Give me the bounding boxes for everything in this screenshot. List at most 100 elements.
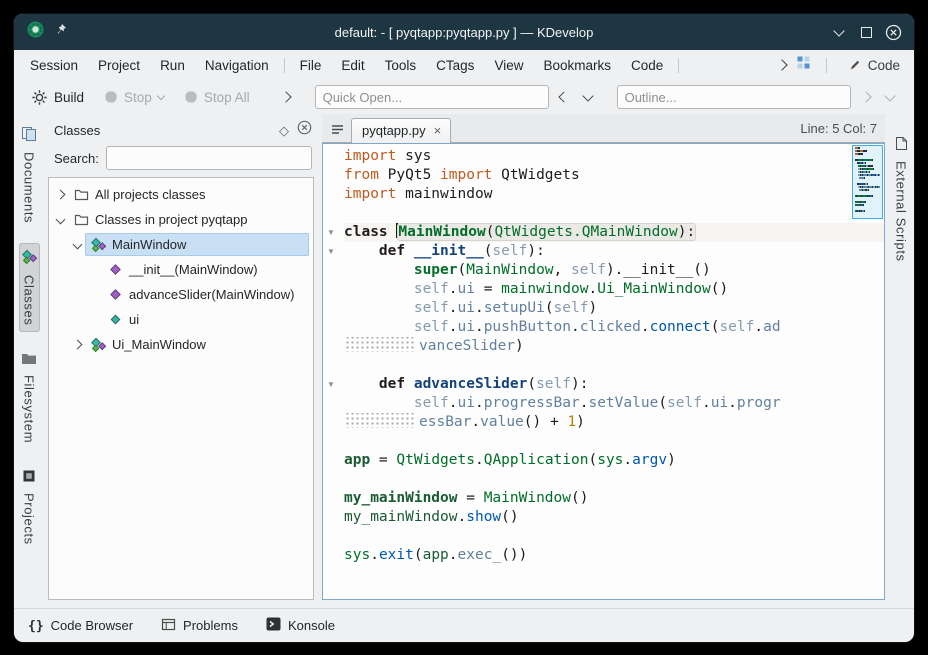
statusbar-button-konsole[interactable]: Konsole xyxy=(266,617,335,634)
minimize-button[interactable] xyxy=(830,23,848,41)
statusbar-button-problems[interactable]: Problems xyxy=(161,618,238,634)
stop-all-button[interactable]: Stop All xyxy=(177,86,257,109)
code-area[interactable]: import sysfrom PyQt5 import QtWidgetsimp… xyxy=(339,144,884,599)
code-token: ui xyxy=(458,319,475,335)
code-line[interactable]: from PyQt5 import QtWidgets xyxy=(344,166,884,185)
tree-item-advanceslider-mainwindow[interactable]: advanceSlider(MainWindow) xyxy=(49,282,313,307)
minimap[interactable] xyxy=(855,147,881,213)
code-token: clicked xyxy=(580,319,641,335)
gutter-row xyxy=(323,413,339,432)
menu-file[interactable]: File xyxy=(290,54,332,77)
titlebar[interactable]: default: - [ pyqtapp:pyqtapp.py ] — KDev… xyxy=(14,14,914,50)
code-line[interactable]: self.ui.setupUi(self) xyxy=(344,299,884,318)
menu-edit[interactable]: Edit xyxy=(331,54,374,77)
tree-item-ui[interactable]: ui xyxy=(49,307,313,332)
code-line[interactable]: self.ui.pushButton.clicked.connect(self.… xyxy=(344,318,884,337)
tree-item-all-projects-classes[interactable]: All projects classes xyxy=(49,182,313,207)
code-line[interactable]: import sys xyxy=(344,147,884,166)
tree-expander[interactable] xyxy=(70,341,85,348)
code-line[interactable]: def __init__(self): xyxy=(344,242,884,261)
code-line[interactable]: self.ui.progressBar.setValue(self.ui.pro… xyxy=(344,394,884,413)
code-line[interactable]: import mainwindow xyxy=(344,185,884,204)
dock-tab-projects[interactable]: Projects xyxy=(20,463,39,551)
editor[interactable]: ▼▼▼ import sysfrom PyQt5 import QtWidget… xyxy=(322,143,885,600)
kdevelop-logo-icon xyxy=(26,20,45,44)
document-list-icon[interactable] xyxy=(326,119,348,140)
forward-button[interactable] xyxy=(857,87,875,107)
quick-open-input[interactable] xyxy=(315,85,549,109)
code-mode-button[interactable]: Code xyxy=(842,55,906,76)
tree-expander[interactable] xyxy=(70,241,85,248)
code-line[interactable] xyxy=(344,356,884,375)
fold-marker-icon[interactable]: ▼ xyxy=(323,223,339,242)
filesystem-icon xyxy=(21,352,37,370)
tab-close-icon[interactable]: × xyxy=(434,124,442,137)
dock-tab-filesystem[interactable]: Filesystem xyxy=(19,346,39,449)
tree-expander[interactable] xyxy=(53,216,68,223)
code-line[interactable]: self.ui = mainwindow.Ui_MainWindow() xyxy=(344,280,884,299)
code-line[interactable]: sys.exit(app.exec_()) xyxy=(344,546,884,565)
minimap-viewport[interactable] xyxy=(852,145,883,219)
statusbar-button-code-browser[interactable]: {}Code Browser xyxy=(28,618,133,634)
close-panel-icon[interactable] xyxy=(297,120,312,140)
code-line[interactable]: my_mainWindow = MainWindow() xyxy=(344,489,884,508)
chevron-down-icon[interactable] xyxy=(73,240,83,250)
detach-panel-icon[interactable]: ◇ xyxy=(279,124,289,137)
menu-navigation[interactable]: Navigation xyxy=(195,54,279,77)
dock-tab-documents[interactable]: Documents xyxy=(19,120,39,229)
code-line[interactable] xyxy=(344,204,884,223)
maximize-button[interactable] xyxy=(857,23,875,41)
tree-item-init-mainwindow[interactable]: __init__(MainWindow) xyxy=(49,257,313,282)
code-line[interactable]: def advanceSlider(self): xyxy=(344,375,884,394)
code-line-continuation[interactable]: essBar.value() + 1) xyxy=(344,413,884,432)
dock-tab-classes[interactable]: Classes xyxy=(19,243,40,331)
code-token: ): xyxy=(527,243,544,259)
code-line[interactable] xyxy=(344,527,884,546)
code-token: MainWindow xyxy=(466,262,553,278)
menu-code[interactable]: Code xyxy=(621,54,673,77)
code-line[interactable] xyxy=(344,432,884,451)
menu-ctags[interactable]: CTags xyxy=(426,54,484,77)
menu-session[interactable]: Session xyxy=(20,54,88,77)
stop-button[interactable]: Stop xyxy=(97,86,171,109)
chevron-right-icon[interactable] xyxy=(56,190,66,200)
menu-bookmarks[interactable]: Bookmarks xyxy=(533,54,621,77)
code-token: sys xyxy=(396,148,431,164)
code-token: . xyxy=(449,281,458,297)
tree-expander[interactable] xyxy=(53,191,68,198)
code-line-continuation[interactable]: vanceSlider) xyxy=(344,337,884,356)
classes-search-input[interactable] xyxy=(106,146,312,170)
back-button[interactable] xyxy=(555,87,573,107)
fold-marker-icon[interactable]: ▼ xyxy=(323,375,339,394)
chevron-down-icon[interactable] xyxy=(56,215,66,225)
code-line[interactable] xyxy=(344,470,884,489)
code-line[interactable]: super(MainWindow, self).__init__() xyxy=(344,261,884,280)
dock-tab-external-scripts[interactable]: External Scripts xyxy=(892,130,911,268)
code-line[interactable]: class MainWindow(QtWidgets.QMainWindow): xyxy=(344,223,884,242)
pin-icon[interactable] xyxy=(55,23,68,42)
grid-icon[interactable] xyxy=(796,55,811,75)
chevron-right-icon[interactable] xyxy=(73,340,83,350)
fold-marker-icon[interactable]: ▼ xyxy=(323,242,339,261)
code-line[interactable]: app = QtWidgets.QApplication(sys.argv) xyxy=(344,451,884,470)
code-line[interactable]: my_mainWindow.show() xyxy=(344,508,884,527)
build-button[interactable]: Build xyxy=(24,85,91,110)
code-token: . xyxy=(475,395,484,411)
menu-view[interactable]: View xyxy=(484,54,533,77)
tree-item-classes-in-project-pyqtapp[interactable]: Classes in project pyqtapp xyxy=(49,207,313,232)
history-dropdown-button[interactable] xyxy=(579,87,597,107)
menu-project[interactable]: Project xyxy=(88,54,150,77)
menu-tools[interactable]: Tools xyxy=(375,54,427,77)
tab-pyqtapp-py[interactable]: pyqtapp.py × xyxy=(351,118,451,143)
outline-dropdown-button[interactable] xyxy=(881,87,899,107)
konsole-icon xyxy=(266,617,281,634)
fold-gutter[interactable]: ▼▼▼ xyxy=(323,144,339,599)
code-token: MainWindow xyxy=(398,224,485,240)
toolbar-overflow-chevron-icon[interactable] xyxy=(776,59,787,70)
tree-item-mainwindow[interactable]: MainWindow xyxy=(49,232,313,257)
close-button[interactable] xyxy=(884,23,902,41)
outline-input[interactable] xyxy=(617,85,851,109)
toolbar-extension-chevron[interactable] xyxy=(277,87,295,107)
tree-item-ui-mainwindow[interactable]: Ui_MainWindow xyxy=(49,332,313,357)
menu-run[interactable]: Run xyxy=(150,54,195,77)
